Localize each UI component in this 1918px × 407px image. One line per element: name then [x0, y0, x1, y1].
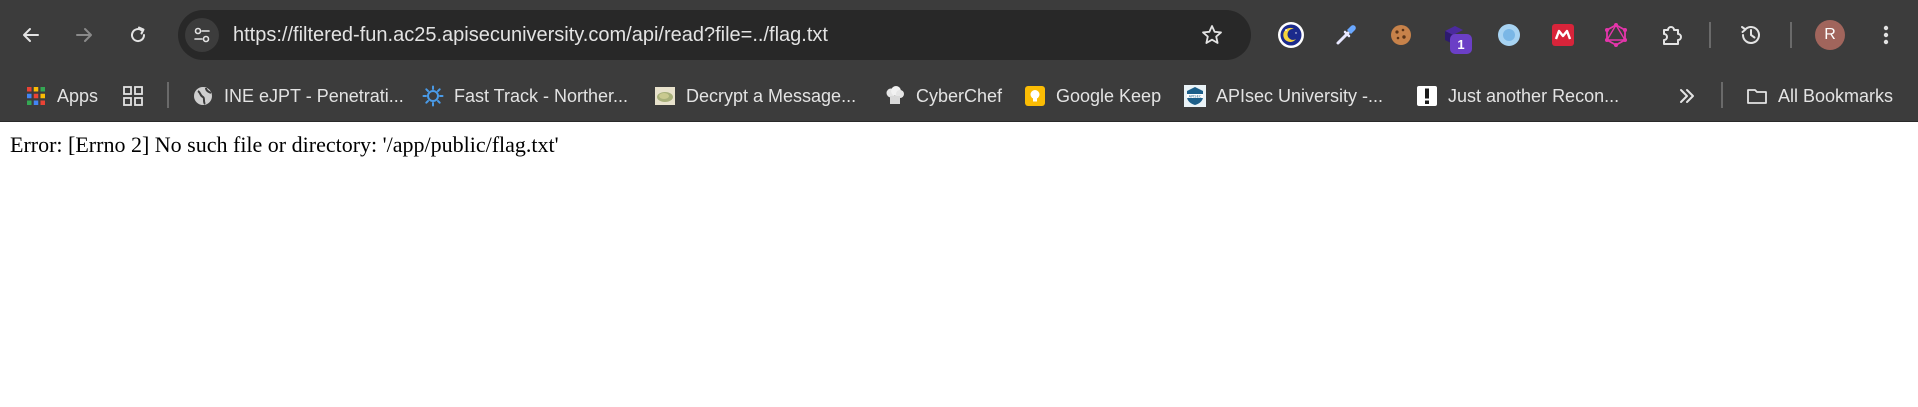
globe-icon	[192, 85, 214, 107]
extensions-menu-button[interactable]	[1653, 17, 1689, 53]
apisec-logo-icon: APISEC	[1184, 85, 1206, 107]
bookmark-google-keep[interactable]: Google Keep	[1024, 70, 1161, 122]
graphql-icon	[1605, 23, 1627, 47]
bookmarks-divider	[1721, 82, 1723, 108]
toolbar-divider	[1790, 22, 1792, 48]
star-icon	[1202, 25, 1222, 44]
back-button[interactable]	[13, 17, 49, 53]
error-message: Error: [Errno 2] No such file or directo…	[10, 132, 559, 157]
image-thumbnail-icon	[654, 85, 676, 107]
sun-gear-icon	[422, 85, 444, 107]
site-info-button[interactable]	[185, 18, 219, 52]
arrow-left-icon	[23, 28, 39, 42]
extension-dark-reader[interactable]	[1273, 17, 1309, 53]
bookmark-label: CyberChef	[916, 85, 1003, 106]
bookmark-label: APIsec University -...	[1216, 85, 1384, 106]
chef-hat-icon	[884, 85, 906, 107]
history-button[interactable]	[1733, 17, 1769, 53]
apps-grid-icon	[25, 85, 47, 107]
puzzle-icon	[1663, 26, 1682, 45]
address-bar[interactable]: https://filtered-fun.ac25.apisecuniversi…	[178, 10, 1251, 60]
bookmark-label: Fast Track - Norther...	[454, 85, 629, 106]
bookmark-apisec-university[interactable]: APISEC APIsec University -...	[1184, 70, 1383, 122]
bookmark-label: INE eJPT - Penetrati...	[224, 85, 404, 106]
tune-icon	[194, 27, 210, 43]
bookmark-all-bookmarks[interactable]: All Bookmarks	[1746, 70, 1893, 122]
extension-mendeley[interactable]	[1545, 17, 1581, 53]
bookmarks-divider	[167, 82, 169, 108]
forward-button[interactable]	[66, 17, 102, 53]
bookmark-just-another-recon[interactable]: Just another Recon...	[1416, 70, 1619, 122]
browser-toolbar: https://filtered-fun.ac25.apisecuniversi…	[0, 0, 1918, 70]
chevron-double-right-icon	[1676, 85, 1698, 107]
bookmark-star-button[interactable]	[1199, 22, 1225, 48]
tab-groups-button[interactable]	[122, 70, 144, 122]
bookmark-label: Apps	[57, 85, 99, 106]
bookmark-label: Google Keep	[1056, 85, 1162, 106]
extension-color-picker[interactable]	[1328, 17, 1364, 53]
profile-avatar[interactable]: R	[1815, 20, 1845, 50]
cookie-icon	[1391, 25, 1411, 45]
bookmark-cyberchef[interactable]: CyberChef	[884, 70, 1002, 122]
bookmark-label: All Bookmarks	[1778, 85, 1894, 106]
url-text[interactable]: https://filtered-fun.ac25.apisecuniversi…	[233, 10, 828, 60]
extension-badge: 1	[1450, 34, 1472, 54]
bookmark-fast-track[interactable]: Fast Track - Norther...	[422, 70, 628, 122]
tab-groups-icon	[122, 85, 144, 107]
extension-cookie-editor[interactable]	[1383, 17, 1419, 53]
arrow-right-icon	[76, 28, 92, 42]
toolbar-divider	[1709, 22, 1711, 48]
blue-circle-icon	[1498, 24, 1520, 46]
bookmarks-overflow-button[interactable]	[1676, 70, 1698, 122]
bookmark-apps[interactable]: Apps	[25, 70, 98, 122]
extension-blue-circle[interactable]	[1491, 17, 1527, 53]
browser-menu-button[interactable]	[1868, 17, 1904, 53]
reload-button[interactable]	[120, 17, 156, 53]
eyedropper-icon	[1336, 25, 1356, 45]
moon-night-icon	[1278, 22, 1304, 48]
reload-icon	[131, 26, 146, 43]
mendeley-icon	[1552, 24, 1574, 46]
history-icon	[1741, 26, 1760, 44]
extension-graphql[interactable]	[1598, 17, 1634, 53]
bookmark-decrypt-message[interactable]: Decrypt a Message...	[654, 70, 856, 122]
exclamation-icon	[1416, 85, 1438, 107]
bookmark-label: Decrypt a Message...	[686, 85, 857, 106]
keep-bulb-icon	[1024, 85, 1046, 107]
bookmark-label: Just another Recon...	[1448, 85, 1620, 106]
svg-text:APISEC: APISEC	[1189, 94, 1202, 98]
bookmarks-bar: Apps INE eJPT - Penetrati... Fast Track …	[0, 70, 1918, 122]
kebab-menu-icon	[1883, 25, 1889, 45]
bookmark-ine-ejpt[interactable]: INE eJPT - Penetrati...	[192, 70, 404, 122]
folder-icon	[1746, 85, 1768, 107]
page-content: Error: [Errno 2] No such file or directo…	[0, 122, 1918, 407]
